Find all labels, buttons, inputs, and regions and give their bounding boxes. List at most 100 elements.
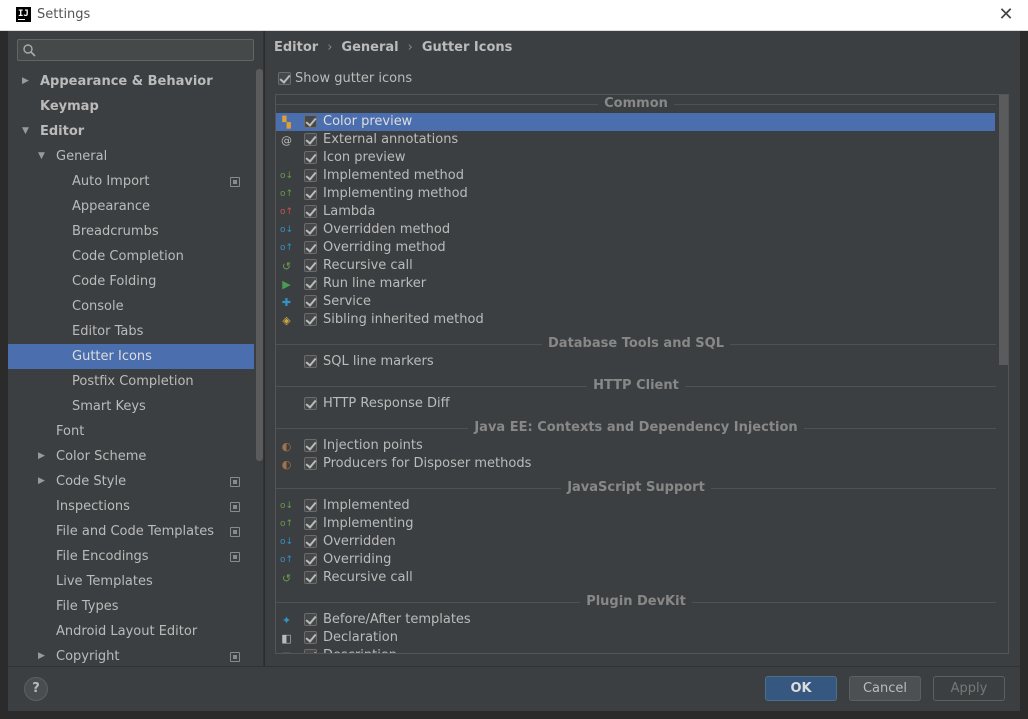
sidebar-item-label: Live Templates	[56, 574, 153, 589]
sidebar-item-inspections[interactable]: Inspections	[8, 494, 254, 519]
sidebar-item-file-types[interactable]: File Types	[8, 594, 254, 619]
gutter-icon-row[interactable]: ◈ Sibling inherited method	[276, 311, 1008, 329]
gutter-icon-row[interactable]: o↓ Overridden method	[276, 221, 1008, 239]
gutter-icon-row[interactable]: ↺ Recursive call	[276, 569, 1008, 587]
gutter-icon-row[interactable]: o↑ Lambda	[276, 203, 1008, 221]
implemented-icon: o↓	[280, 501, 294, 511]
gutter-icon-checkbox[interactable]	[304, 553, 317, 566]
gutter-icon-row[interactable]: o↓ Implemented	[276, 497, 1008, 515]
sidebar-item-keymap[interactable]: Keymap	[8, 94, 254, 119]
sidebar-item-code-folding[interactable]: Code Folding	[8, 269, 254, 294]
apply-button[interactable]: Apply	[933, 676, 1005, 701]
implemented-method-icon: o↓	[280, 171, 294, 181]
gutter-icon-row[interactable]: HTTP Response Diff	[276, 395, 1008, 413]
sidebar-item-appearance[interactable]: Appearance	[8, 194, 254, 219]
gutter-icon-row[interactable]: @ External annotations	[276, 131, 1008, 149]
project-level-icon	[230, 477, 240, 487]
sidebar-item-live-templates[interactable]: Live Templates	[8, 569, 254, 594]
sidebar-item-font[interactable]: Font	[8, 419, 254, 444]
gutter-icon-row[interactable]: o↓ Overridden	[276, 533, 1008, 551]
ok-button[interactable]: OK	[765, 676, 837, 701]
gutter-icon-checkbox[interactable]	[304, 457, 317, 470]
gutter-icon-label: Icon preview	[323, 150, 406, 165]
gutter-icon-checkbox[interactable]	[304, 205, 317, 218]
gutter-icon-checkbox[interactable]	[304, 649, 317, 653]
gutter-icon-row[interactable]: SQL line markers	[276, 353, 1008, 371]
sidebar-item-postfix-completion[interactable]: Postfix Completion	[8, 369, 254, 394]
help-button[interactable]: ?	[24, 677, 48, 701]
sidebar-item-breadcrumbs[interactable]: Breadcrumbs	[8, 219, 254, 244]
gutter-icon-checkbox[interactable]	[304, 295, 317, 308]
gutter-icon-checkbox[interactable]	[304, 187, 317, 200]
sidebar-item-smart-keys[interactable]: Smart Keys	[8, 394, 254, 419]
sidebar-item-appearance-behavior[interactable]: ▶ Appearance & Behavior	[8, 69, 254, 94]
gutter-icon-checkbox[interactable]	[304, 223, 317, 236]
group-title-text: Java EE: Contexts and Dependency Injecti…	[468, 420, 804, 435]
sidebar-scrollbar[interactable]	[256, 69, 263, 461]
list-scrollbar[interactable]	[999, 95, 1008, 365]
breadcrumb-item[interactable]: General	[341, 40, 398, 55]
gutter-icon-row[interactable]: ▤ Description	[276, 647, 1008, 653]
gutter-icon-row[interactable]: o↑ Overriding	[276, 551, 1008, 569]
gutter-icon-checkbox[interactable]	[304, 259, 317, 272]
expanded-arrow-icon[interactable]: ▼	[22, 119, 32, 144]
gutter-icon-row[interactable]: ▚ Color preview	[276, 113, 995, 131]
implementing-method-icon: o↑	[280, 189, 294, 199]
gutter-icon-checkbox[interactable]	[304, 439, 317, 452]
gutter-icon-row[interactable]: o↑ Overriding method	[276, 239, 1008, 257]
settings-search-input[interactable]	[17, 39, 254, 61]
gutter-icon-row[interactable]: ◧ Declaration	[276, 629, 1008, 647]
gutter-icon-checkbox[interactable]	[304, 277, 317, 290]
collapsed-arrow-icon[interactable]: ▶	[38, 444, 48, 469]
expanded-arrow-icon[interactable]: ▼	[38, 144, 48, 169]
sidebar-item-file-and-code-templates[interactable]: File and Code Templates	[8, 519, 254, 544]
gutter-icon-checkbox[interactable]	[304, 241, 317, 254]
breadcrumb-item[interactable]: Editor	[274, 40, 318, 55]
gutter-icon-checkbox[interactable]	[304, 397, 317, 410]
sidebar-item-color-scheme[interactable]: ▶ Color Scheme	[8, 444, 254, 469]
sidebar-item-console[interactable]: Console	[8, 294, 254, 319]
collapsed-arrow-icon[interactable]: ▶	[38, 469, 48, 494]
collapsed-arrow-icon[interactable]: ▶	[22, 69, 32, 94]
gutter-icon-row[interactable]: ↺ Recursive call	[276, 257, 1008, 275]
sidebar-item-auto-import[interactable]: Auto Import	[8, 169, 254, 194]
gutter-icon-row[interactable]: Icon preview	[276, 149, 1008, 167]
sidebar-item-editor[interactable]: ▼ Editor	[8, 119, 254, 144]
sidebar-item-android-layout-editor[interactable]: Android Layout Editor	[8, 619, 254, 644]
gutter-icon-row[interactable]: o↑ Implementing	[276, 515, 1008, 533]
gutter-icon-row[interactable]: ▶ Run line marker	[276, 275, 1008, 293]
gutter-icon-checkbox[interactable]	[304, 613, 317, 626]
gutter-icon-checkbox[interactable]	[304, 517, 317, 530]
show-gutter-icons-option[interactable]: Show gutter icons	[278, 71, 412, 87]
sidebar-item-general[interactable]: ▼ General	[8, 144, 254, 169]
gutter-icon-checkbox[interactable]	[304, 115, 317, 128]
show-gutter-icons-checkbox[interactable]	[278, 72, 291, 85]
gutter-icon-checkbox[interactable]	[304, 355, 317, 368]
sidebar-item-code-completion[interactable]: Code Completion	[8, 244, 254, 269]
gutter-icon-label: Overriding	[323, 552, 392, 567]
gutter-icon-checkbox[interactable]	[304, 631, 317, 644]
overriding-method-icon: o↑	[280, 243, 294, 253]
sidebar-item-file-encodings[interactable]: File Encodings	[8, 544, 254, 569]
group-header: Java EE: Contexts and Dependency Injecti…	[276, 419, 1008, 437]
gutter-icon-checkbox[interactable]	[304, 313, 317, 326]
sidebar-item-editor-tabs[interactable]: Editor Tabs	[8, 319, 254, 344]
gutter-icon-row[interactable]: ◐ Injection points	[276, 437, 1008, 455]
gutter-icon-label: Declaration	[323, 630, 398, 645]
gutter-icon-row[interactable]: ✚ Service	[276, 293, 1008, 311]
gutter-icon-checkbox[interactable]	[304, 133, 317, 146]
gutter-icon-checkbox[interactable]	[304, 535, 317, 548]
close-window-button[interactable]: ✕	[996, 5, 1016, 25]
overridden-icon: o↓	[280, 537, 294, 547]
gutter-icon-checkbox[interactable]	[304, 151, 317, 164]
gutter-icon-row[interactable]: ✦ Before/After templates	[276, 611, 1008, 629]
sidebar-item-code-style[interactable]: ▶ Code Style	[8, 469, 254, 494]
gutter-icon-row[interactable]: ◐ Producers for Disposer methods	[276, 455, 1008, 473]
cancel-button[interactable]: Cancel	[849, 676, 921, 701]
gutter-icon-row[interactable]: o↑ Implementing method	[276, 185, 1008, 203]
gutter-icon-checkbox[interactable]	[304, 571, 317, 584]
gutter-icon-row[interactable]: o↓ Implemented method	[276, 167, 1008, 185]
sidebar-item-gutter-icons[interactable]: Gutter Icons	[8, 344, 254, 369]
gutter-icon-checkbox[interactable]	[304, 499, 317, 512]
gutter-icon-checkbox[interactable]	[304, 169, 317, 182]
